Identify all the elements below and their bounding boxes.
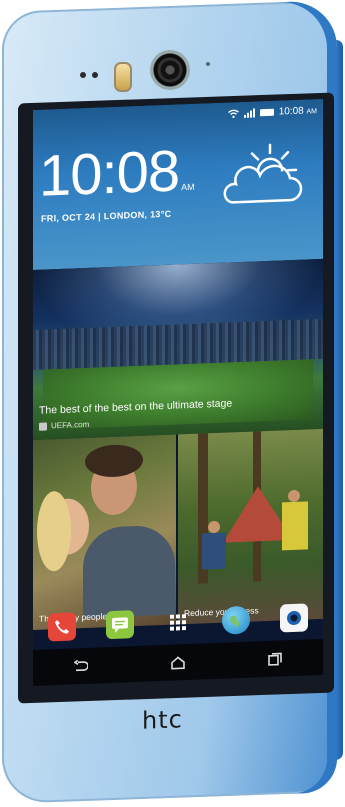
wifi-icon	[227, 109, 239, 119]
recents-icon[interactable]	[260, 648, 290, 669]
status-time: 10:08 AM	[278, 105, 317, 118]
person-body	[202, 532, 226, 570]
clock-widget[interactable]: 10:08 AM	[39, 138, 195, 208]
clock-ampm: AM	[181, 181, 195, 193]
front-camera-icon	[150, 50, 190, 90]
news-source: UEFA.com	[39, 420, 89, 431]
person-body	[282, 501, 308, 551]
battery-icon	[259, 108, 274, 117]
phone-icon[interactable]	[48, 612, 76, 642]
news-card[interactable]: The best of the best on the ultimate sta…	[33, 258, 323, 440]
apps-grid-icon[interactable]	[164, 608, 192, 637]
browser-globe-icon[interactable]	[222, 605, 250, 635]
phone-device: 10:08 AM 10:08 AM FRI, OCT 24 | LONDON, 1…	[0, 0, 345, 807]
clock-time: 10:08	[39, 138, 180, 209]
messages-icon[interactable]	[106, 610, 134, 640]
back-icon[interactable]	[66, 656, 96, 677]
proximity-sensor	[206, 62, 210, 66]
camera-app-icon[interactable]	[280, 603, 308, 633]
woman-hair	[37, 490, 71, 572]
front-speaker-dot	[80, 72, 86, 78]
front-flash-icon	[114, 62, 132, 92]
partly-cloudy-icon[interactable]	[218, 139, 308, 212]
news-source-icon	[39, 421, 47, 431]
person-head	[208, 520, 220, 534]
brand-logo: htc	[142, 705, 183, 735]
phone-screen: 10:08 AM 10:08 AM FRI, OCT 24 | LONDON, 1…	[33, 98, 323, 687]
front-speaker-dot	[92, 72, 98, 78]
home-icon[interactable]	[163, 652, 193, 673]
person-head	[288, 489, 300, 503]
signal-icon	[243, 108, 255, 118]
